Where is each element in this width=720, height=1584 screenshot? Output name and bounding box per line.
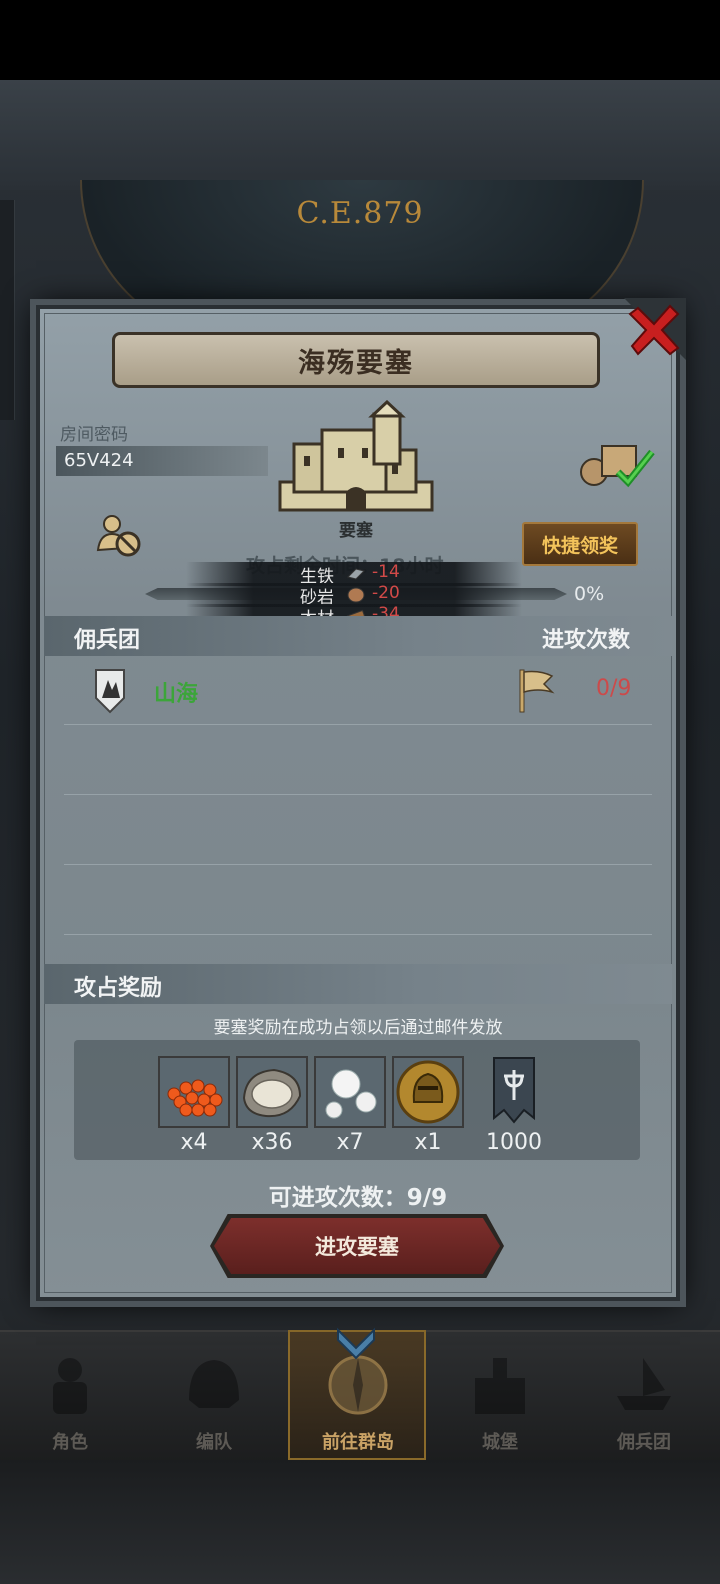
- status-bar: [0, 0, 720, 80]
- close-button[interactable]: [624, 298, 686, 360]
- nav-item-mercenary[interactable]: 佣兵团: [574, 1330, 714, 1460]
- reward-note: 要塞奖励在成功占领以后通过邮件发放: [213, 1018, 503, 1038]
- sandstone-icon: [347, 587, 365, 603]
- divider: [64, 724, 652, 725]
- divider: [64, 794, 652, 795]
- guild-banner-icon: [493, 1057, 535, 1124]
- supply-crate-icon[interactable]: [578, 438, 660, 488]
- mercenary-header: 佣兵团: [74, 628, 141, 653]
- reward-count: x1: [414, 1130, 442, 1155]
- capture-progress-percent: 0%: [574, 583, 605, 605]
- room-code-value: 65V424: [64, 450, 134, 471]
- nav-label: 前往群岛: [322, 1432, 394, 1453]
- castle-icon: [475, 1358, 525, 1414]
- mercenary-attacks: 0/9: [596, 676, 632, 701]
- salmon-roe-icon: [167, 1079, 223, 1117]
- resource-value: -14: [372, 562, 400, 582]
- era-label: C.E.879: [296, 196, 424, 231]
- knight-helmet-coin-icon: [396, 1060, 460, 1124]
- iron-icon: [347, 568, 365, 580]
- oyster-icon: [242, 1068, 302, 1118]
- nav-item-role[interactable]: 角色: [0, 1330, 140, 1460]
- flag-icon: [516, 668, 556, 714]
- bottom-bar: [0, 1460, 720, 1584]
- divider: [64, 934, 652, 935]
- shield-icon: [94, 668, 126, 714]
- chevron-down-icon: [334, 1326, 378, 1366]
- page-title: 海殇要塞: [298, 347, 414, 379]
- quick-claim-label: 快捷领奖: [541, 534, 618, 557]
- nav-label: 角色: [52, 1432, 88, 1453]
- reward-item[interactable]: [236, 1056, 308, 1128]
- mercenary-name: 山海: [154, 682, 199, 707]
- reward-count: x7: [336, 1130, 364, 1155]
- helmet-icon: [189, 1360, 239, 1408]
- nav-label: 佣兵团: [617, 1432, 671, 1453]
- attacks-remaining: 可进攻次数：9/9: [268, 1185, 448, 1211]
- ship-icon: [617, 1358, 671, 1410]
- reward-item[interactable]: [490, 1056, 538, 1128]
- title-banner: 海殇要塞: [112, 332, 600, 388]
- nav-label: 城堡: [482, 1432, 518, 1453]
- reward-header: 攻占奖励: [74, 976, 163, 1001]
- attack-fortress-button[interactable]: 进攻要塞: [214, 1218, 500, 1274]
- divider: [64, 864, 652, 865]
- attack-fortress-label: 进攻要塞: [315, 1235, 399, 1259]
- top-strip: [0, 80, 720, 190]
- pearl-icon: [325, 1069, 377, 1119]
- side-tab[interactable]: [0, 200, 15, 420]
- reward-item[interactable]: [392, 1056, 464, 1128]
- quick-claim-button[interactable]: 快捷领奖: [522, 522, 638, 566]
- reward-count: x4: [180, 1130, 208, 1155]
- close-icon: [624, 298, 686, 360]
- resource-value: -20: [372, 583, 400, 603]
- nav-item-formation[interactable]: 编队: [144, 1330, 284, 1460]
- attack-count-header: 进攻次数: [542, 628, 631, 653]
- list-item[interactable]: [44, 660, 672, 724]
- nav-label: 编队: [196, 1432, 232, 1453]
- knight-icon: [53, 1358, 87, 1414]
- fortress-icon: [276, 399, 436, 515]
- room-code-label: 房间密码: [60, 425, 128, 445]
- reward-item[interactable]: [314, 1056, 386, 1128]
- reward-count: 1000: [486, 1130, 542, 1155]
- reward-count: x36: [251, 1130, 293, 1155]
- fortress-label: 要塞: [339, 521, 373, 541]
- hide-player-icon[interactable]: [96, 514, 142, 558]
- reward-item[interactable]: [158, 1056, 230, 1128]
- nav-item-castle[interactable]: 城堡: [430, 1330, 570, 1460]
